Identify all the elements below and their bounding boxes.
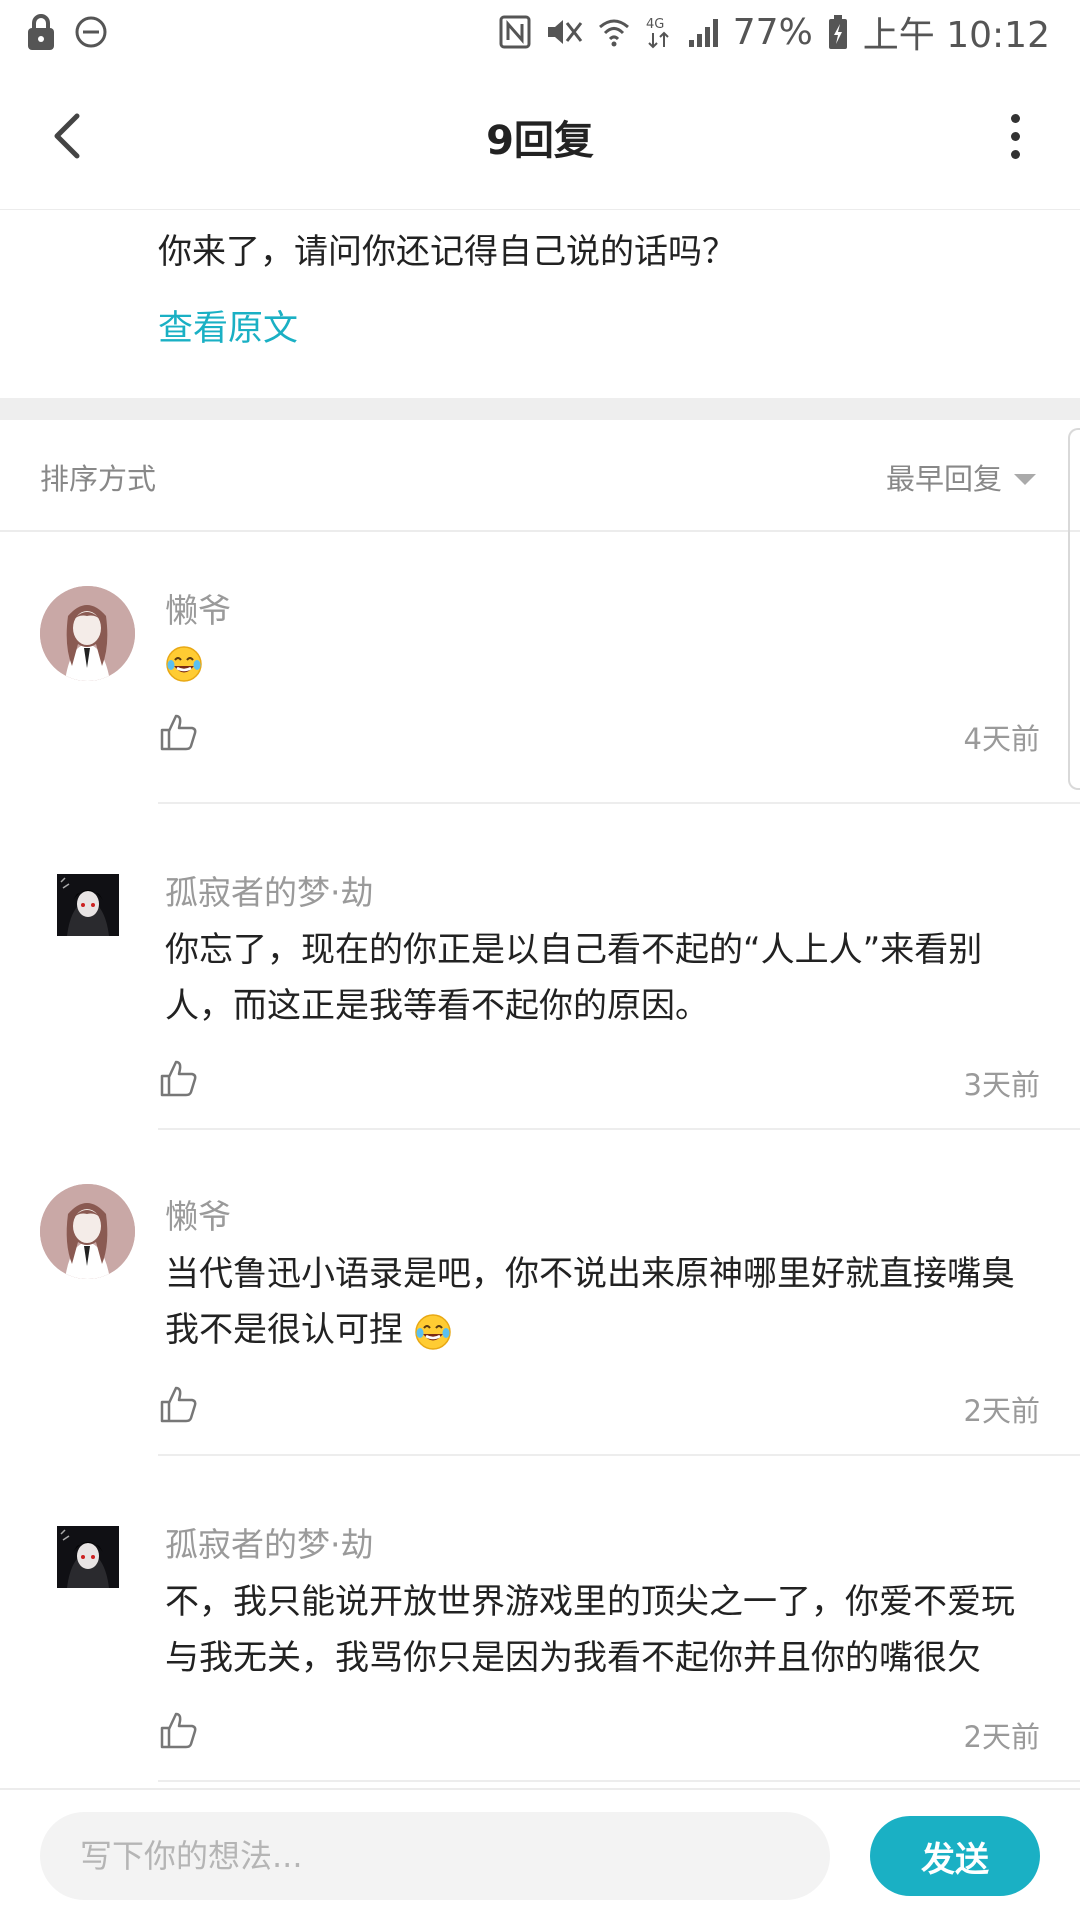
comment-time: 2天前 <box>963 1720 1040 1754</box>
clock: 上午 10:12 <box>862 15 1050 56</box>
thumbs-up-icon <box>160 1712 197 1749</box>
back-button[interactable] <box>36 106 96 166</box>
comment-time: 4天前 <box>963 722 1040 756</box>
mute-icon <box>545 15 583 49</box>
section-divider <box>0 398 1080 420</box>
comment-text: 当代鲁迅小语录是吧，你不说出来原神哪里好就直接嘴臭我不是很认可捏 <box>165 1246 1045 1358</box>
more-options-button[interactable] <box>1000 106 1030 166</box>
sort-selected-value: 最早回复 <box>885 462 1002 496</box>
comment-time: 2天前 <box>963 1394 1040 1428</box>
tears-of-joy-emoji-icon <box>166 645 202 682</box>
like-button[interactable] <box>158 1710 198 1750</box>
tears-of-joy-emoji-icon <box>415 1313 451 1350</box>
comment-input[interactable]: 写下你的想法... <box>40 1812 830 1900</box>
top-nav-bar: 9回复 <box>0 64 1080 210</box>
avatar[interactable] <box>57 1526 119 1588</box>
comment-author[interactable]: 孤寂者的梦·劫 <box>165 866 374 914</box>
like-button[interactable] <box>158 1058 198 1098</box>
more-vertical-icon <box>1010 113 1020 123</box>
comment-item: 懒爷 4天前 <box>0 532 1080 804</box>
nfc-icon <box>499 15 531 49</box>
comment-divider <box>158 1780 1080 1782</box>
thumbs-up-icon <box>160 1386 197 1423</box>
do-not-disturb-icon <box>74 15 108 49</box>
thumbs-up-icon <box>160 1060 197 1097</box>
sort-label: 排序方式 <box>40 462 157 496</box>
sort-bar: 排序方式 最早回复 <box>0 420 1080 532</box>
wifi-icon <box>597 15 631 49</box>
comment-item: 孤寂者的梦·劫 你忘了，现在的你正是以自己看不起的“人上人”来看别人，而这正是我… <box>0 804 1080 1130</box>
svg-text:4G: 4G <box>646 17 664 32</box>
network-4g-icon: 4G <box>645 15 673 49</box>
lock-icon <box>26 13 56 51</box>
comment-composer: 写下你的想法... 发送 <box>0 1788 1080 1920</box>
reply-page: 4G 77% 上午 10:12 9回复 你来了，请问你还记得自己说的话吗？ 查看… <box>0 0 1080 1920</box>
view-original-link[interactable]: 查看原文 <box>158 300 298 351</box>
comment-author[interactable]: 懒爷 <box>165 584 231 632</box>
comment-text: 不，我只能说开放世界游戏里的顶尖之一了，你爱不爱玩与我无关，我骂你只是因为我看不… <box>165 1582 1015 1678</box>
send-button[interactable]: 发送 <box>870 1816 1040 1896</box>
comment-time: 3天前 <box>963 1068 1040 1102</box>
like-button[interactable] <box>158 1384 198 1424</box>
thumbs-up-icon <box>160 714 197 751</box>
comment-item: 懒爷 当代鲁迅小语录是吧，你不说出来原神哪里好就直接嘴臭我不是很认可捏 2天前 <box>0 1130 1080 1456</box>
battery-percent: 77% <box>732 11 813 53</box>
comment-author[interactable]: 懒爷 <box>165 1190 231 1238</box>
avatar[interactable] <box>57 874 119 936</box>
comment-author[interactable]: 孤寂者的梦·劫 <box>165 1518 374 1566</box>
caret-down-icon <box>1014 473 1036 485</box>
comment-text <box>165 634 1045 690</box>
sort-dropdown[interactable]: 最早回复 <box>886 456 1036 498</box>
avatar[interactable] <box>40 586 135 681</box>
signal-icon <box>687 16 719 48</box>
anime-girl-avatar-icon <box>40 586 135 681</box>
anime-girl-avatar-icon <box>40 1184 135 1279</box>
dark-anime-avatar-icon <box>57 1526 119 1588</box>
page-title: 9回复 <box>486 117 594 164</box>
original-post: 你来了，请问你还记得自己说的话吗？ 查看原文 <box>0 210 1080 398</box>
avatar[interactable] <box>40 1184 135 1279</box>
battery-charging-icon <box>827 14 849 50</box>
chevron-left-icon <box>54 113 80 159</box>
comment-item: 孤寂者的梦·劫 不，我只能说开放世界游戏里的顶尖之一了，你爱不爱玩与我无关，我骂… <box>0 1456 1080 1786</box>
original-post-text: 你来了，请问你还记得自己说的话吗？ <box>158 232 736 272</box>
comment-text-content: 当代鲁迅小语录是吧，你不说出来原神哪里好就直接嘴臭我不是很认可捏 <box>165 1254 1015 1350</box>
dark-anime-avatar-icon <box>57 874 119 936</box>
like-button[interactable] <box>158 712 198 752</box>
status-bar: 4G 77% 上午 10:12 <box>0 0 1080 64</box>
comment-text: 你忘了，现在的你正是以自己看不起的“人上人”来看别人，而这正是我等看不起你的原因… <box>165 930 983 1026</box>
